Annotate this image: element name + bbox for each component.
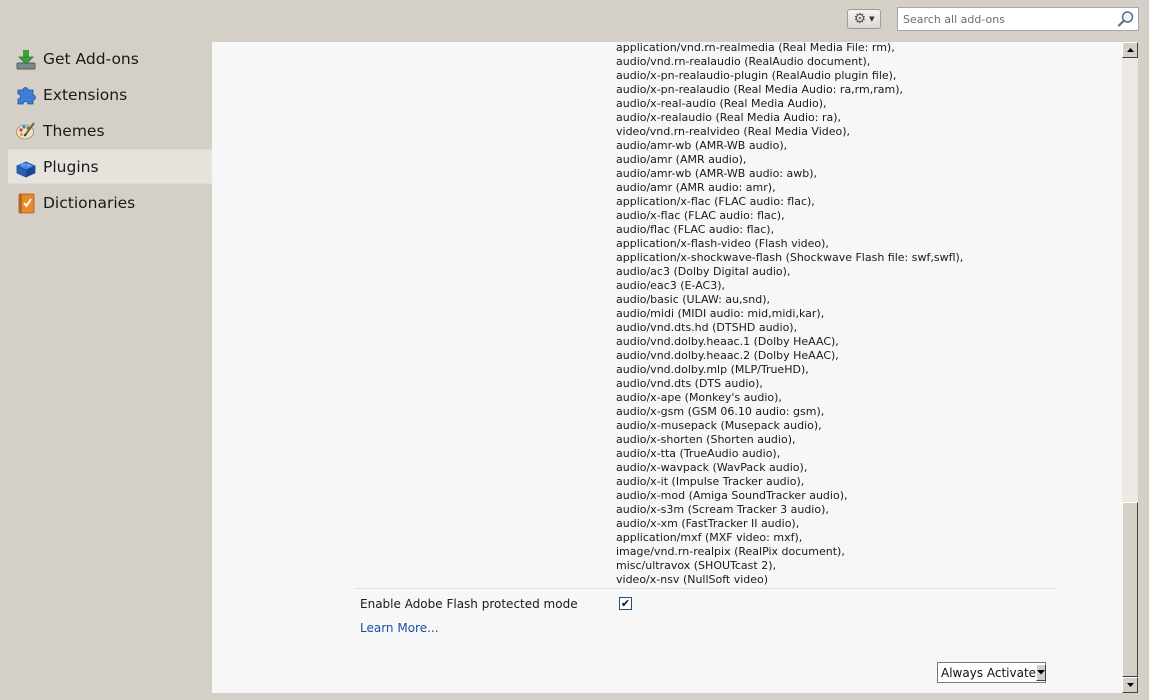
mime-type-item: image/vnd.rn-realpix (RealPix document), (616, 545, 845, 558)
vertical-scrollbar[interactable] (1122, 42, 1138, 693)
mime-type-item: audio/x-musepack (Musepack audio), (616, 419, 822, 432)
mime-type-item: audio/x-s3m (Scream Tracker 3 audio), (616, 503, 829, 516)
mime-type-item: audio/vnd.dts.hd (DTSHD audio), (616, 321, 798, 334)
mime-type-item: audio/amr (AMR audio), (616, 153, 747, 166)
activation-selected-value: Always Activate (941, 665, 1037, 680)
scroll-down-button[interactable] (1122, 677, 1138, 693)
mime-type-item: audio/x-pn-realaudio (Real Media Audio: … (616, 83, 903, 96)
protected-mode-checkbox[interactable]: ✔ (619, 597, 632, 610)
mime-type-item: video/vnd.rn-realvideo (Real Media Video… (616, 125, 851, 138)
mime-type-item: audio/x-realaudio (Real Media Audio: ra)… (616, 111, 842, 124)
sidebar-item-label: Themes (43, 121, 105, 140)
sidebar-item-plugins[interactable]: Plugins (8, 149, 212, 184)
mime-type-item: application/x-flash-video (Flash video), (616, 237, 829, 250)
dictionary-book-icon (14, 191, 38, 215)
scrollbar-thumb[interactable] (1122, 502, 1138, 677)
mime-type-item: audio/x-tta (TrueAudio audio), (616, 447, 781, 460)
arrow-down-icon (1126, 683, 1134, 687)
arrow-up-icon (1126, 48, 1134, 52)
search-icon[interactable] (1117, 10, 1135, 28)
addons-manager-window: ⚙ ▼ Get Add-ons (0, 0, 1149, 700)
mime-type-item: audio/midi (MIDI audio: mid,midi,kar), (616, 307, 825, 320)
mime-type-item: audio/eac3 (E-AC3), (616, 279, 726, 292)
mime-type-item: video/x-nsv (NullSoft video) (616, 573, 769, 586)
sidebar-item-label: Plugins (43, 157, 99, 176)
divider (355, 588, 1055, 589)
mime-type-item: audio/x-ape (Monkey's audio), (616, 391, 782, 404)
category-sidebar: Get Add-ons Extensions Themes Plugins Di… (0, 41, 212, 700)
mime-type-item: application/x-flac (FLAC audio: flac), (616, 195, 815, 208)
gear-icon: ⚙ (853, 11, 867, 27)
plugin-block-icon (14, 155, 38, 179)
mime-type-item: audio/x-it (Impulse Tracker audio), (616, 475, 805, 488)
mime-type-item: audio/x-gsm (GSM 06.10 audio: gsm), (616, 405, 825, 418)
sidebar-item-get-addons[interactable]: Get Add-ons (8, 41, 212, 76)
mime-type-item: application/mxf (MXF video: mxf), (616, 531, 803, 544)
search-input[interactable] (898, 8, 1112, 30)
sidebar-item-dictionaries[interactable]: Dictionaries (8, 185, 212, 220)
mime-type-item: audio/x-wavpack (WavPack audio), (616, 461, 808, 474)
mime-type-item: audio/x-pn-realaudio-plugin (RealAudio p… (616, 69, 897, 82)
puzzle-piece-icon (14, 83, 38, 107)
learn-more-link[interactable]: Learn More... (360, 621, 439, 635)
mime-type-item: application/vnd.rn-realmedia (Real Media… (616, 42, 895, 54)
mime-type-item: audio/ac3 (Dolby Digital audio), (616, 265, 791, 278)
search-box[interactable] (897, 7, 1139, 31)
scroll-up-button[interactable] (1122, 42, 1138, 58)
mime-type-item: audio/vnd.dolby.heaac.2 (Dolby HeAAC), (616, 349, 839, 362)
tools-menu-button[interactable]: ⚙ ▼ (847, 9, 881, 29)
mime-type-item: audio/x-real-audio (Real Media Audio), (616, 97, 827, 110)
mime-type-item: audio/vnd.dts (DTS audio), (616, 377, 763, 390)
mime-type-item: audio/basic (ULAW: au,snd), (616, 293, 771, 306)
protected-mode-label: Enable Adobe Flash protected mode (360, 597, 578, 611)
sidebar-item-label: Get Add-ons (43, 49, 139, 68)
mime-type-item: audio/amr (AMR audio: amr), (616, 181, 776, 194)
mime-type-item: audio/x-xm (FastTracker II audio), (616, 517, 800, 530)
sidebar-item-extensions[interactable]: Extensions (8, 77, 212, 112)
mime-type-item: audio/x-shorten (Shorten audio), (616, 433, 796, 446)
mime-type-item: audio/vnd.dolby.mlp (MLP/TrueHD), (616, 363, 809, 376)
dropdown-arrow-button[interactable] (1036, 664, 1047, 681)
paintbrush-icon (14, 119, 38, 143)
plugin-detail-panel: application/vnd.rn-realmedia (Real Media… (212, 42, 1138, 693)
mime-type-item: audio/amr-wb (AMR-WB audio: awb), (616, 167, 818, 180)
mime-type-item: misc/ultravox (SHOUTcast 2), (616, 559, 776, 572)
mime-type-item: audio/flac (FLAC audio: flac), (616, 223, 775, 236)
activation-dropdown[interactable]: Always Activate (937, 662, 1047, 683)
mime-type-item: audio/vnd.dolby.heaac.1 (Dolby HeAAC), (616, 335, 839, 348)
sidebar-item-themes[interactable]: Themes (8, 113, 212, 148)
mime-type-item: audio/x-flac (FLAC audio: flac), (616, 209, 785, 222)
get-addons-icon (14, 47, 38, 71)
toolbar: ⚙ ▼ (0, 0, 1149, 41)
mime-type-item: audio/x-mod (Amiga SoundTracker audio), (616, 489, 848, 502)
mime-type-list: application/vnd.rn-realmedia (Real Media… (616, 42, 1116, 587)
mime-type-item: application/x-shockwave-flash (Shockwave… (616, 251, 964, 264)
chevron-down-icon: ▼ (869, 14, 875, 23)
chevron-down-icon (1037, 670, 1046, 675)
sidebar-item-label: Dictionaries (43, 193, 136, 212)
sidebar-item-label: Extensions (43, 85, 128, 104)
mime-type-item: audio/amr-wb (AMR-WB audio), (616, 139, 788, 152)
mime-type-item: audio/vnd.rn-realaudio (RealAudio docume… (616, 55, 871, 68)
checkmark-icon: ✔ (620, 597, 631, 610)
